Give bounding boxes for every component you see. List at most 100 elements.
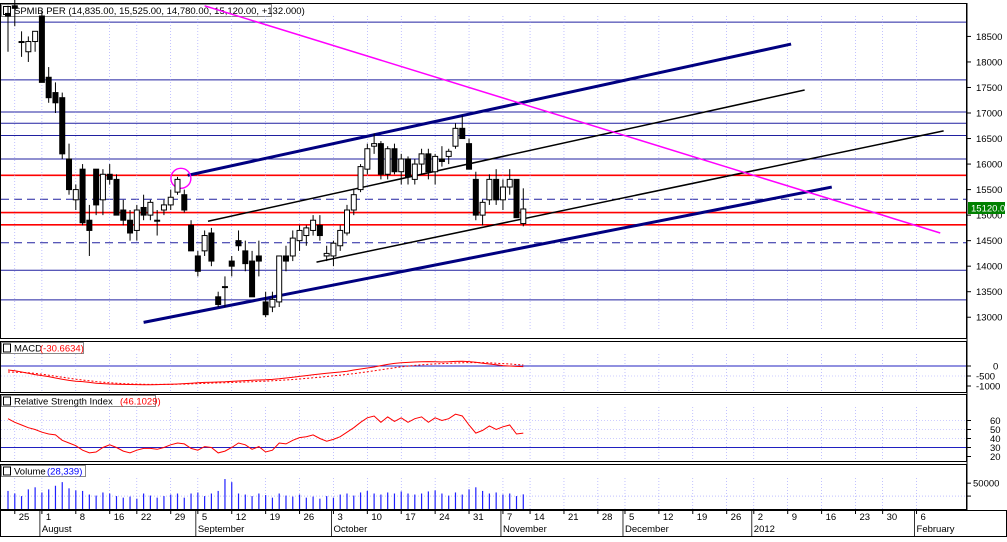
candle-body [133, 209, 140, 231]
x-tick-day: 29 [175, 512, 186, 523]
x-tick-day: 1 [46, 512, 51, 523]
candle-body [391, 148, 398, 173]
candle-body [296, 229, 303, 242]
x-tick-day: 2 [758, 512, 763, 523]
x-tick-day: 19 [697, 512, 708, 523]
candle-body [472, 178, 479, 216]
price-y-tick-label: 18000 [976, 57, 1002, 68]
x-tick-day: 23 [860, 512, 871, 523]
x-tick-day: 26 [731, 512, 742, 523]
x-tick-day: 3 [337, 512, 342, 523]
macd-title: MACD [14, 344, 42, 355]
price-y-tick-label: 16000 [976, 160, 1002, 171]
candle-body [249, 260, 256, 298]
candle-body [174, 178, 181, 193]
candle-body [235, 240, 242, 247]
candle-body [262, 301, 269, 316]
candle-body [357, 166, 364, 191]
x-tick-day: 8 [80, 512, 85, 523]
x-tick-day: 7 [507, 512, 512, 523]
macd-menu-icon[interactable] [3, 343, 11, 353]
candle-body [513, 178, 520, 219]
candle-body [228, 260, 235, 267]
x-month-label: 2012 [754, 524, 775, 535]
candle-body [242, 250, 249, 265]
candle-body [160, 204, 167, 211]
price-y-tick-label: 13500 [976, 287, 1002, 298]
candle-body [276, 255, 283, 303]
x-month-label: November [503, 524, 547, 535]
candle [276, 255, 283, 308]
candle-body [86, 219, 93, 231]
candle-body [99, 173, 106, 201]
candle [59, 92, 66, 159]
x-tick-day: 16 [826, 512, 837, 523]
candle-body [11, 5, 18, 9]
candle-body [32, 30, 39, 43]
candle-body [5, 12, 11, 17]
candle-body [255, 255, 262, 262]
candle-body [140, 206, 147, 216]
candle-body [486, 178, 493, 201]
chart-canvas: SPMIB PER (14,835.00, 15,525.00, 14,780.… [0, 0, 1007, 537]
candle-body [25, 41, 32, 53]
x-month-label: September [198, 524, 244, 535]
x-tick-day: 6 [921, 512, 926, 523]
candle-body [364, 148, 371, 170]
volume-y-tick-label: 50000 [973, 479, 999, 490]
candle-body [371, 143, 378, 147]
candle-body [398, 158, 405, 173]
candle-body [310, 219, 317, 231]
candle-body [167, 196, 174, 206]
x-tick-day: 16 [114, 512, 125, 523]
macd-value: (-30.6634) [40, 344, 84, 355]
x-tick-day: 14 [534, 512, 545, 523]
x-tick-day: 31 [473, 512, 484, 523]
candle-body [147, 201, 154, 216]
candle-body [418, 153, 425, 165]
candle-body [215, 296, 222, 305]
candle-body [466, 143, 473, 170]
candle-body [269, 298, 276, 308]
macd-y-tick-label: -1000 [976, 382, 1000, 393]
price-y-tick-label: 15500 [976, 185, 1002, 196]
candle [384, 146, 391, 180]
candle-body [323, 252, 330, 257]
candle-body [411, 163, 418, 180]
x-month-label: December [625, 524, 669, 535]
volume-menu-icon[interactable] [3, 466, 11, 476]
price-pane-title: SPMIB PER (14,835.00, 15,525.00, 14,780.… [14, 6, 305, 17]
candle-body [208, 232, 215, 262]
x-tick-day: 30 [887, 512, 898, 523]
candle [113, 174, 120, 216]
candle [79, 164, 86, 226]
candle-body [113, 178, 120, 216]
x-tick-day: 25 [19, 512, 30, 523]
x-tick-day: 10 [371, 512, 382, 523]
candle-body [45, 76, 52, 99]
price-y-tick-label: 18500 [976, 32, 1002, 43]
candle-body [38, 15, 45, 83]
x-tick-day: 19 [270, 512, 281, 523]
rsi-value: (46.1029) [120, 397, 161, 408]
price-y-tick-label: 17000 [976, 109, 1002, 120]
x-month-label: August [42, 524, 72, 535]
candle-body [188, 224, 195, 252]
candle [472, 171, 479, 221]
last-price-label: 15120.00 [971, 204, 1007, 215]
x-tick-day: 5 [629, 512, 634, 523]
rsi-menu-icon[interactable] [3, 396, 11, 406]
price-y-tick-label: 13000 [976, 313, 1002, 324]
price-y-tick-label: 14500 [976, 236, 1002, 247]
price-pane [0, 3, 967, 339]
candle-body [520, 208, 527, 225]
x-month-label: October [333, 524, 367, 535]
candle-body [59, 97, 66, 155]
candle-body [289, 237, 296, 257]
candle-body [127, 219, 134, 234]
candle-body [425, 153, 432, 173]
candle-body [493, 178, 500, 201]
x-tick-day: 24 [439, 512, 450, 523]
candle-body [316, 224, 323, 237]
x-tick-day: 12 [663, 512, 674, 523]
